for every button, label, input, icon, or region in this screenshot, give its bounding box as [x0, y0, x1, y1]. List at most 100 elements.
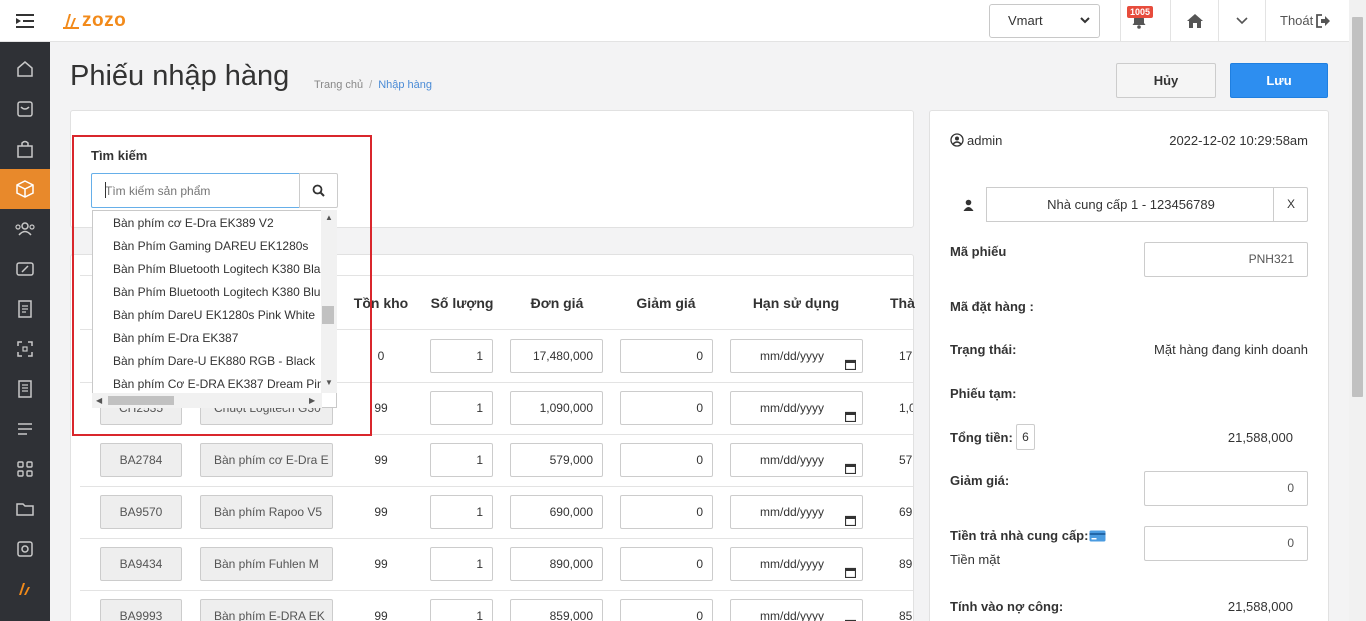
sidebar	[0, 42, 50, 621]
status-label: Trạng thái:	[950, 342, 1017, 357]
sidebar-item-orders[interactable]	[0, 129, 50, 169]
order-code-label: Mã đặt hàng :	[950, 299, 1034, 314]
home-icon	[17, 61, 33, 77]
discount-label: Giảm giá:	[950, 473, 1010, 488]
sidebar-item-promotions[interactable]	[0, 249, 50, 289]
quantity-input[interactable]: 1	[430, 495, 493, 529]
menu-toggle-icon[interactable]	[14, 11, 36, 31]
logout-button[interactable]: Thoát	[1280, 13, 1331, 28]
expiry-date-input[interactable]: mm/dd/yyyy	[730, 443, 863, 477]
scroll-left-arrow-icon[interactable]: ◀	[96, 396, 102, 405]
chevron-down-icon[interactable]	[1236, 16, 1248, 26]
column-header-qty: Số lượng	[430, 295, 494, 311]
row-divider	[80, 590, 913, 591]
supplier-clear-button[interactable]: X	[1273, 187, 1308, 222]
sidebar-item-files[interactable]	[0, 489, 50, 529]
product-code[interactable]: BA9570	[100, 495, 182, 529]
discount-input[interactable]: 0	[620, 443, 713, 477]
expiry-date-input[interactable]: mm/dd/yyyy	[730, 547, 863, 581]
quantity-input[interactable]: 1	[430, 443, 493, 477]
sidebar-item-scan[interactable]	[0, 329, 50, 369]
product-name[interactable]: Bàn phím E-DRA EK	[200, 599, 333, 621]
product-name[interactable]: Bàn phím Fuhlen M	[200, 547, 333, 581]
search-input[interactable]	[91, 173, 300, 208]
pay-supplier-input[interactable]: 0	[1144, 526, 1308, 561]
suggestion-item[interactable]: Bàn phím E-Dra EK387	[113, 331, 238, 345]
calendar-icon[interactable]	[844, 567, 857, 579]
product-code[interactable]: BA2784	[100, 443, 182, 477]
cancel-button[interactable]: Hủy	[1116, 63, 1216, 98]
expiry-date-input[interactable]: mm/dd/yyyy	[730, 339, 863, 373]
voucher-code-label: Mã phiếu	[950, 244, 1007, 259]
payment-method[interactable]: Tiền mặt	[950, 552, 1000, 567]
voucher-code-input[interactable]: PNH321	[1144, 242, 1308, 277]
suggestions-scrollbar[interactable]	[321, 210, 337, 393]
price-input[interactable]: 1,090,000	[510, 391, 603, 425]
product-code[interactable]: BA9434	[100, 547, 182, 581]
sidebar-item-lists[interactable]	[0, 409, 50, 449]
product-name[interactable]: Bàn phím cơ E-Dra E	[200, 443, 333, 477]
suggestion-item[interactable]: Bàn phím Dare-U EK880 RGB - Black	[113, 354, 315, 368]
sidebar-item-settings[interactable]	[0, 529, 50, 569]
discount-input[interactable]: 0	[620, 547, 713, 581]
suggestion-item[interactable]: Bàn Phím Gaming DAREU EK1280s	[113, 239, 308, 253]
quantity-input[interactable]: 1	[430, 339, 493, 373]
sidebar-item-invoices[interactable]	[0, 369, 50, 409]
price-input[interactable]: 17,480,000	[510, 339, 603, 373]
sidebar-item-products[interactable]	[0, 169, 50, 209]
product-name[interactable]: Bàn phím Rapoo V5	[200, 495, 333, 529]
suggestion-item[interactable]: Bàn phím cơ E-Dra EK389 V2	[113, 216, 274, 230]
supplier-name: Nhà cung cấp 1 - 123456789	[1047, 197, 1215, 212]
price-input[interactable]: 890,000	[510, 547, 603, 581]
calendar-icon[interactable]	[844, 515, 857, 527]
quantity-input[interactable]: 1	[430, 547, 493, 581]
suggestions-hscrollbar-thumb[interactable]	[108, 396, 174, 405]
scroll-down-arrow-icon[interactable]: ▼	[325, 378, 333, 387]
breadcrumb-home-link[interactable]: Trang chủ	[314, 79, 363, 91]
calendar-icon[interactable]	[844, 463, 857, 475]
save-button[interactable]: Lưu	[1230, 63, 1328, 98]
invoice-icon	[18, 380, 32, 398]
price-input[interactable]: 690,000	[510, 495, 603, 529]
page-scrollbar[interactable]	[1349, 0, 1366, 621]
scroll-up-arrow-icon[interactable]: ▲	[325, 213, 333, 222]
suggestion-item[interactable]: Bàn Phím Bluetooth Logitech K380 Black	[113, 262, 332, 276]
suggestions-scrollbar-thumb[interactable]	[322, 306, 334, 324]
product-code[interactable]: BA9993	[100, 599, 182, 621]
discount-input[interactable]: 0	[620, 391, 713, 425]
sidebar-item-customers[interactable]	[0, 209, 50, 249]
quantity-input[interactable]: 1	[430, 391, 493, 425]
search-suggestions: Bàn phím cơ E-Dra EK389 V2 Bàn Phím Gamin…	[92, 210, 337, 408]
scroll-right-arrow-icon[interactable]: ▶	[309, 396, 315, 405]
row-divider	[80, 434, 913, 435]
sidebar-item-inbox[interactable]	[0, 89, 50, 129]
sidebar-item-brand[interactable]	[0, 569, 50, 609]
sidebar-item-apps[interactable]	[0, 449, 50, 489]
sidebar-item-home[interactable]	[0, 49, 50, 89]
breadcrumb-current[interactable]: Nhập hàng	[378, 79, 432, 91]
expiry-date-input[interactable]: mm/dd/yyyy	[730, 599, 863, 621]
price-input[interactable]: 579,000	[510, 443, 603, 477]
search-button[interactable]	[299, 173, 338, 208]
text-caret	[105, 182, 106, 198]
discount-input[interactable]: 0	[1144, 471, 1308, 506]
credit-card-icon[interactable]	[1089, 530, 1106, 542]
suggestion-item[interactable]: Bàn phím DareU EK1280s Pink White	[113, 308, 315, 322]
calendar-icon[interactable]	[844, 359, 857, 371]
suggestion-item[interactable]: Bàn Phím Bluetooth Logitech K380 Blue	[113, 285, 327, 299]
discount-input[interactable]: 0	[620, 495, 713, 529]
price-input[interactable]: 859,000	[510, 599, 603, 621]
store-select[interactable]: Vmart	[989, 4, 1100, 38]
stock-value: 99	[374, 505, 388, 519]
scrollbar-thumb[interactable]	[1352, 17, 1363, 397]
logo[interactable]: zozo	[62, 10, 126, 32]
quantity-input[interactable]: 1	[430, 599, 493, 621]
discount-input[interactable]: 0	[620, 339, 713, 373]
expiry-date-input[interactable]: mm/dd/yyyy	[730, 495, 863, 529]
sidebar-item-documents[interactable]	[0, 289, 50, 329]
discount-input[interactable]: 0	[620, 599, 713, 621]
suggestion-item[interactable]: Bàn phím Cơ E-DRA EK387 Dream Pink	[113, 377, 330, 391]
expiry-date-input[interactable]: mm/dd/yyyy	[730, 391, 863, 425]
home-icon[interactable]	[1186, 13, 1204, 29]
calendar-icon[interactable]	[844, 411, 857, 423]
